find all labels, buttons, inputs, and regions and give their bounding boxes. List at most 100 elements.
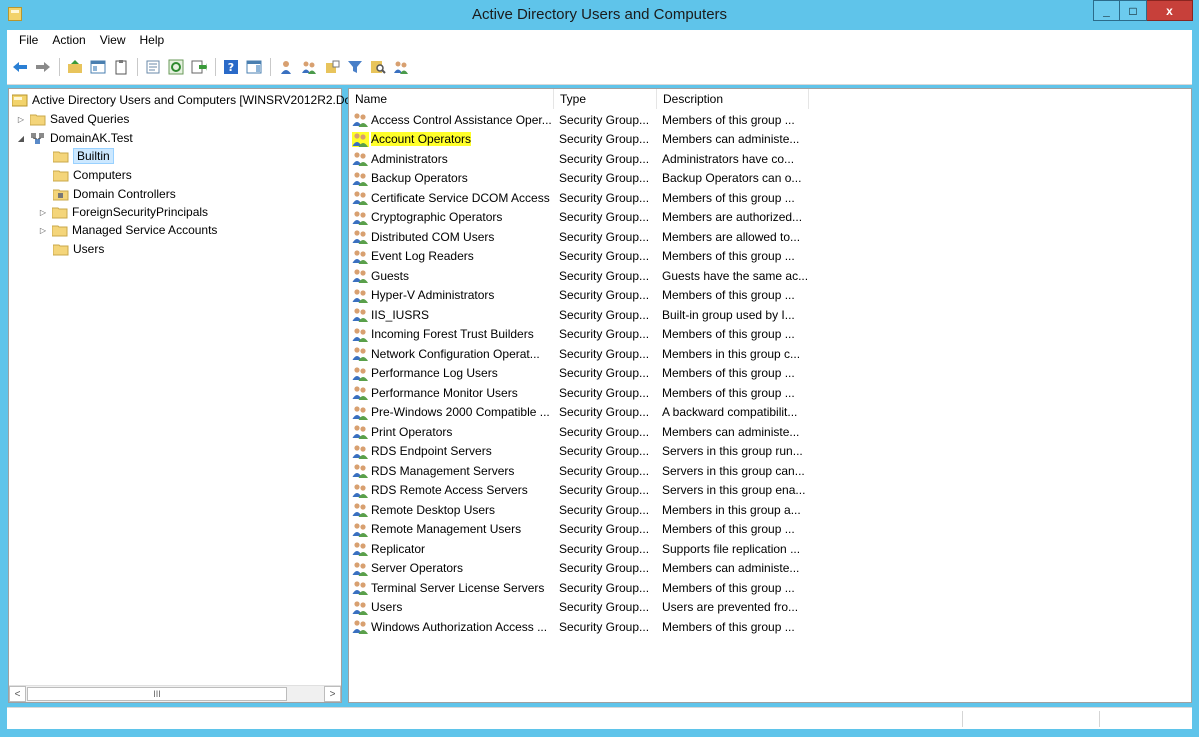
- new-ou-icon[interactable]: [322, 57, 342, 77]
- cell-name[interactable]: Replicator: [352, 539, 557, 558]
- new-user-icon[interactable]: [276, 57, 296, 77]
- column-header-description[interactable]: Description: [657, 89, 809, 109]
- cell-name[interactable]: IIS_IUSRS: [352, 305, 557, 324]
- cell-name[interactable]: Administrators: [352, 149, 557, 168]
- table-row[interactable]: Replicator Security Group... Supports file…: [349, 539, 1191, 559]
- cell-name[interactable]: Print Operators: [352, 422, 557, 441]
- up-folder-icon[interactable]: [65, 57, 85, 77]
- table-row[interactable]: Distributed COM Users Security Group... Me…: [349, 227, 1191, 247]
- title-bar[interactable]: Active Directory Users and Computers _ □…: [0, 0, 1199, 30]
- tree-item-domain-controllers[interactable]: Domain Controllers: [52, 185, 176, 203]
- help-icon[interactable]: ?: [221, 57, 241, 77]
- tree-root[interactable]: Active Directory Users and Computers [WI…: [11, 91, 351, 109]
- menu-action[interactable]: Action: [45, 33, 92, 47]
- table-row[interactable]: Administrators Security Group... Administr…: [349, 149, 1191, 169]
- cell-name[interactable]: Account Operators: [352, 130, 557, 149]
- tree-item-domain[interactable]: ◢ DomainAK.Test: [16, 129, 133, 147]
- table-row[interactable]: Backup Operators Security Group... Backup …: [349, 169, 1191, 189]
- table-row[interactable]: RDS Management Servers Security Group... S…: [349, 461, 1191, 481]
- clipboard-icon[interactable]: [111, 57, 131, 77]
- cell-name[interactable]: Event Log Readers: [352, 247, 557, 266]
- tree-item-saved-queries[interactable]: ▷ Saved Queries: [16, 110, 129, 128]
- cell-name[interactable]: Windows Authorization Access ...: [352, 617, 557, 636]
- cell-name[interactable]: Network Configuration Operat...: [352, 344, 557, 363]
- table-row[interactable]: Account Operators Security Group... Member…: [349, 130, 1191, 150]
- cell-name[interactable]: Remote Desktop Users: [352, 500, 557, 519]
- table-row[interactable]: Remote Desktop Users Security Group... Mem…: [349, 500, 1191, 520]
- minimize-button[interactable]: _: [1093, 0, 1120, 21]
- table-row[interactable]: Performance Monitor Users Security Group.…: [349, 383, 1191, 403]
- table-row[interactable]: Remote Management Users Security Group...…: [349, 520, 1191, 540]
- cell-name[interactable]: Access Control Assistance Oper...: [352, 110, 557, 129]
- maximize-button[interactable]: □: [1120, 0, 1147, 21]
- collapse-arrow-icon[interactable]: ◢: [16, 133, 26, 143]
- cell-name[interactable]: Backup Operators: [352, 169, 557, 188]
- column-header-name[interactable]: Name: [349, 89, 554, 109]
- table-row[interactable]: Users Security Group... Users are prevente…: [349, 598, 1191, 618]
- tree-item-builtin[interactable]: Builtin: [52, 147, 114, 165]
- table-row[interactable]: Pre-Windows 2000 Compatible ... Security …: [349, 403, 1191, 423]
- cell-name[interactable]: Distributed COM Users: [352, 227, 557, 246]
- table-row[interactable]: Access Control Assistance Oper... Securit…: [349, 110, 1191, 130]
- cell-name[interactable]: RDS Management Servers: [352, 461, 557, 480]
- table-row[interactable]: RDS Endpoint Servers Security Group... Ser…: [349, 442, 1191, 462]
- filter-icon[interactable]: [345, 57, 365, 77]
- details-list[interactable]: Name Type Description Access Control Ass…: [348, 88, 1192, 703]
- tree-item-managed-service-accounts[interactable]: ▷ Managed Service Accounts: [38, 221, 218, 239]
- console-tree[interactable]: Active Directory Users and Computers [WI…: [8, 88, 351, 703]
- expand-arrow-icon[interactable]: ▷: [38, 225, 48, 235]
- expand-arrow-icon[interactable]: ▷: [38, 207, 48, 217]
- cell-name[interactable]: Hyper-V Administrators: [352, 286, 557, 305]
- cell-name[interactable]: Performance Monitor Users: [352, 383, 557, 402]
- horizontal-scrollbar[interactable]: < III >: [9, 685, 341, 702]
- cell-name[interactable]: Users: [352, 598, 557, 617]
- table-row[interactable]: RDS Remote Access Servers Security Group.…: [349, 481, 1191, 501]
- table-row[interactable]: Event Log Readers Security Group... Member…: [349, 247, 1191, 267]
- close-button[interactable]: x: [1147, 0, 1193, 21]
- cell-name[interactable]: Remote Management Users: [352, 520, 557, 539]
- show-console-tree-icon[interactable]: [88, 57, 108, 77]
- cell-name[interactable]: RDS Endpoint Servers: [352, 442, 557, 461]
- table-row[interactable]: IIS_IUSRS Security Group... Built-in group…: [349, 305, 1191, 325]
- find-icon[interactable]: [368, 57, 388, 77]
- table-row[interactable]: Performance Log Users Security Group... Me…: [349, 364, 1191, 384]
- table-row[interactable]: Certificate Service DCOM Access Security …: [349, 188, 1191, 208]
- expand-arrow-icon[interactable]: ▷: [16, 114, 26, 124]
- cell-name[interactable]: Cryptographic Operators: [352, 208, 557, 227]
- forward-arrow-icon[interactable]: [33, 57, 53, 77]
- table-row[interactable]: Server Operators Security Group... Members…: [349, 559, 1191, 579]
- properties-icon[interactable]: [143, 57, 163, 77]
- table-row[interactable]: Windows Authorization Access ... Security…: [349, 617, 1191, 637]
- export-list-icon[interactable]: [189, 57, 209, 77]
- action-pane-icon[interactable]: [244, 57, 264, 77]
- scroll-left-button[interactable]: <: [9, 686, 26, 702]
- tree-item-users[interactable]: Users: [52, 240, 104, 258]
- table-row[interactable]: Network Configuration Operat... Security …: [349, 344, 1191, 364]
- tree-item-computers[interactable]: Computers: [52, 166, 132, 184]
- table-row[interactable]: Hyper-V Administrators Security Group... M…: [349, 286, 1191, 306]
- cell-name[interactable]: Performance Log Users: [352, 364, 557, 383]
- table-row[interactable]: Guests Security Group... Guests have the s…: [349, 266, 1191, 286]
- cell-name[interactable]: Guests: [352, 266, 557, 285]
- table-row[interactable]: Terminal Server License Servers Security …: [349, 578, 1191, 598]
- column-header-type[interactable]: Type: [554, 89, 657, 109]
- refresh-icon[interactable]: [166, 57, 186, 77]
- table-row[interactable]: Cryptographic Operators Security Group...…: [349, 208, 1191, 228]
- table-row[interactable]: Print Operators Security Group... Members …: [349, 422, 1191, 442]
- menu-help[interactable]: Help: [133, 33, 172, 47]
- menu-file[interactable]: File: [12, 33, 45, 47]
- menu-view[interactable]: View: [93, 33, 133, 47]
- scroll-right-button[interactable]: >: [324, 686, 341, 702]
- table-row[interactable]: Incoming Forest Trust Builders Security G…: [349, 325, 1191, 345]
- cell-name[interactable]: Pre-Windows 2000 Compatible ...: [352, 403, 557, 422]
- scroll-thumb[interactable]: III: [27, 687, 287, 701]
- cell-name[interactable]: Terminal Server License Servers: [352, 578, 557, 597]
- cell-name[interactable]: RDS Remote Access Servers: [352, 481, 557, 500]
- add-to-group-icon[interactable]: [391, 57, 411, 77]
- cell-name[interactable]: Server Operators: [352, 559, 557, 578]
- back-arrow-icon[interactable]: [10, 57, 30, 77]
- tree-item-foreign-security-principals[interactable]: ▷ ForeignSecurityPrincipals: [38, 203, 208, 221]
- cell-name[interactable]: Certificate Service DCOM Access: [352, 188, 557, 207]
- new-group-icon[interactable]: [299, 57, 319, 77]
- cell-name[interactable]: Incoming Forest Trust Builders: [352, 325, 557, 344]
